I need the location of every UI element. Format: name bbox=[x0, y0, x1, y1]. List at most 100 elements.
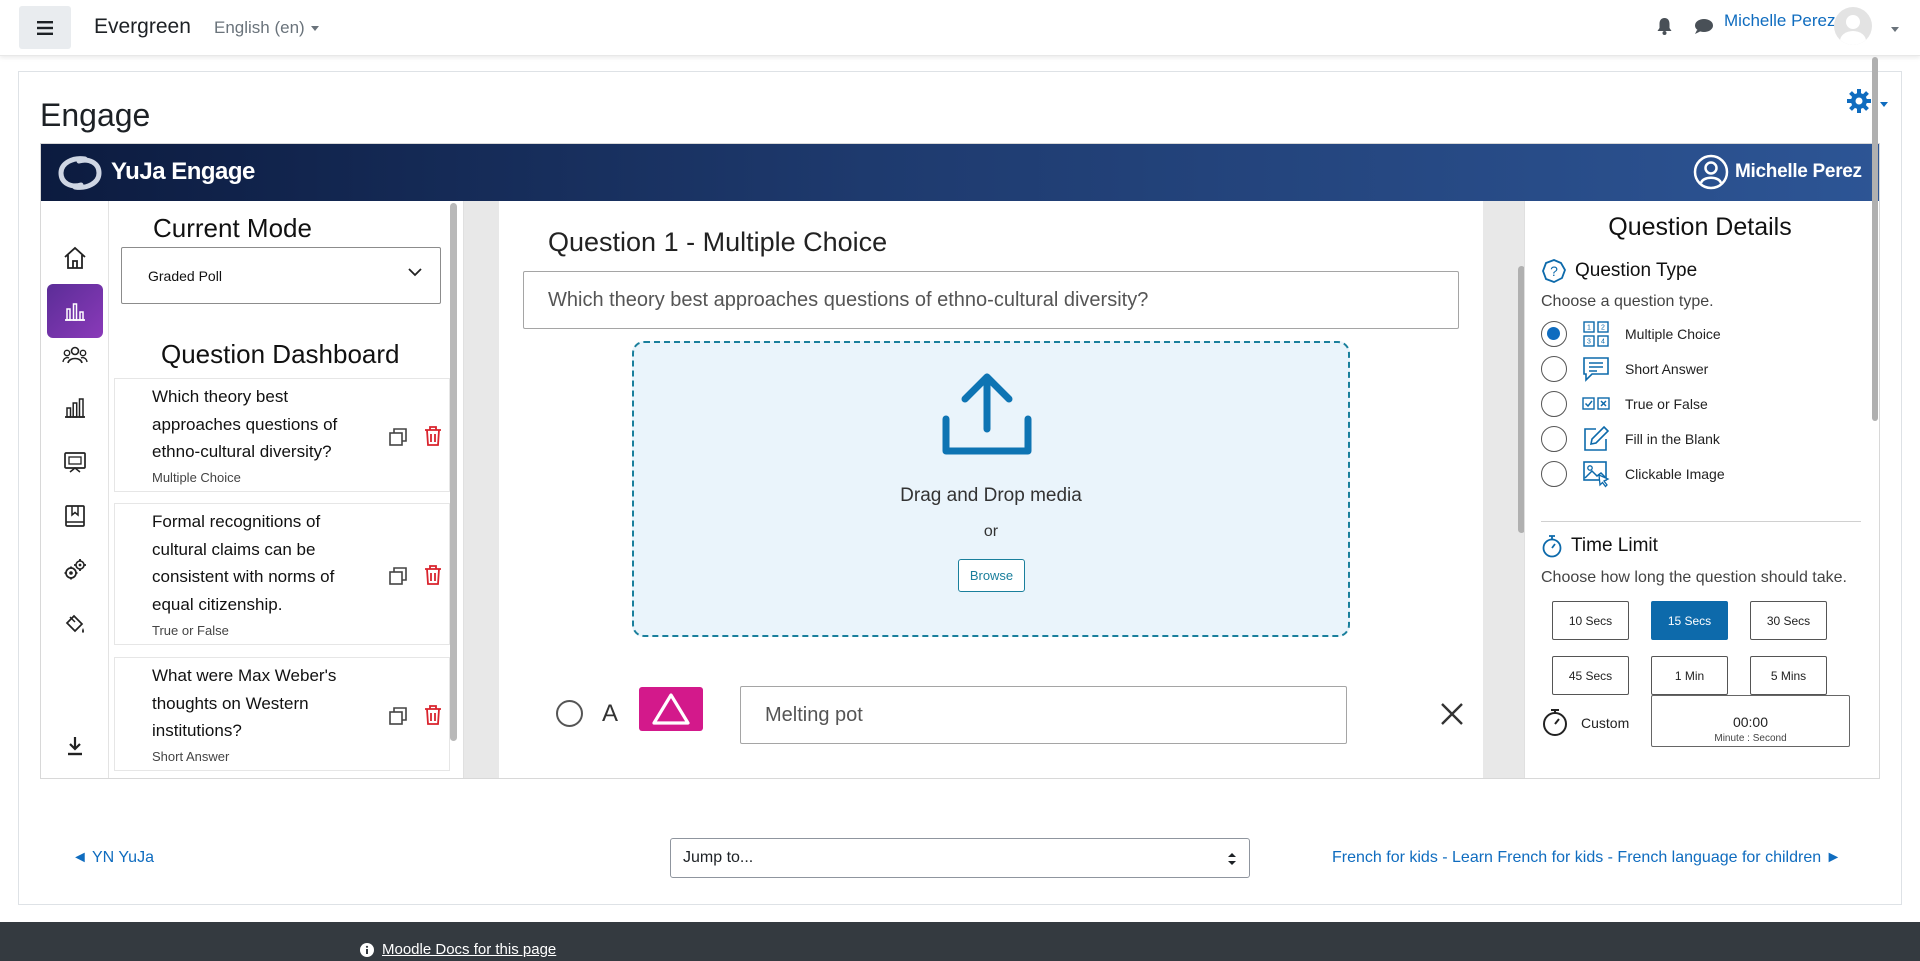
mode-select[interactable]: Graded Poll bbox=[121, 247, 441, 304]
yuja-header: YuJa Engage Michelle Perez bbox=[41, 144, 1879, 201]
question-type-radio[interactable] bbox=[1541, 461, 1567, 487]
question-type-option[interactable]: Clickable Image bbox=[1541, 458, 1841, 490]
current-mode-title: Current Mode bbox=[153, 213, 312, 243]
download-icon bbox=[68, 737, 82, 756]
duplicate-icon[interactable] bbox=[388, 706, 408, 726]
gear-icon[interactable] bbox=[1846, 88, 1872, 114]
notification-bell-icon[interactable] bbox=[1656, 17, 1673, 35]
question-help-icon: ? bbox=[1542, 259, 1566, 283]
language-label: English (en) bbox=[214, 18, 305, 37]
user-menu-name[interactable]: Michelle Perez bbox=[1724, 11, 1836, 31]
time-option-5-mins[interactable]: 5 Mins bbox=[1750, 656, 1827, 695]
time-option-1-min[interactable]: 1 Min bbox=[1651, 656, 1728, 695]
svg-text:1: 1 bbox=[1587, 325, 1591, 332]
question-type-option[interactable]: Short Answer bbox=[1541, 353, 1841, 385]
time-limit-title: Time Limit bbox=[1571, 535, 1658, 556]
rail-settings[interactable] bbox=[47, 543, 103, 597]
question-type-radio[interactable] bbox=[1541, 356, 1567, 382]
site-brand[interactable]: Evergreen bbox=[94, 15, 191, 39]
drop-zone-text: Drag and Drop media bbox=[900, 485, 1082, 506]
rail-presentations[interactable] bbox=[47, 435, 103, 489]
poll-chart-icon bbox=[65, 303, 85, 321]
trash-icon[interactable] bbox=[423, 425, 443, 447]
question-card-type: Short Answer bbox=[152, 749, 230, 764]
question-card[interactable]: What were Max Weber's thoughts on Wester… bbox=[114, 657, 450, 771]
close-icon[interactable] bbox=[1439, 701, 1465, 727]
question-type-heading: ? Question Type bbox=[1541, 258, 1697, 284]
question-type-radio[interactable] bbox=[1541, 426, 1567, 452]
jump-to-value: Jump to... bbox=[683, 849, 754, 866]
rail-download[interactable] bbox=[47, 719, 103, 773]
question-type-radio[interactable] bbox=[1541, 391, 1567, 417]
jump-to-select[interactable]: Jump to... bbox=[670, 838, 1250, 878]
time-option-45-secs[interactable]: 45 Secs bbox=[1552, 656, 1629, 695]
media-drop-zone[interactable]: Drag and Drop media or Browse bbox=[632, 341, 1350, 637]
question-type-label: Short Answer bbox=[1625, 361, 1709, 377]
answer-input[interactable]: Melting pot bbox=[740, 686, 1347, 744]
time-option-15-secs[interactable]: 15 Secs bbox=[1651, 601, 1728, 640]
user-circle-icon[interactable] bbox=[1693, 154, 1729, 190]
duplicate-icon[interactable] bbox=[388, 566, 408, 586]
top-navbar: Evergreen English (en) Michelle Perez bbox=[0, 0, 1920, 56]
moodle-docs-label: Moodle Docs for this page bbox=[382, 941, 557, 958]
previous-activity-link[interactable]: ◄ YN YuJa bbox=[72, 849, 154, 867]
avatar[interactable] bbox=[1834, 7, 1872, 45]
section-divider bbox=[1541, 521, 1861, 522]
rail-analytics[interactable] bbox=[47, 381, 103, 435]
yuja-brand: YuJa Engage bbox=[111, 158, 255, 185]
answer-correct-radio[interactable] bbox=[556, 700, 583, 727]
next-activity-link[interactable]: French for kids - Learn French for kids … bbox=[1332, 849, 1841, 867]
drawer-toggle-button[interactable] bbox=[19, 6, 71, 49]
custom-time-label: Custom bbox=[1581, 715, 1630, 731]
custom-time-sublabel: Minute : Second bbox=[1714, 733, 1787, 744]
question-type-option[interactable]: Fill in the Blank bbox=[1541, 423, 1841, 455]
question-card-type: Multiple Choice bbox=[152, 470, 241, 485]
rail-library[interactable] bbox=[47, 489, 103, 543]
messages-icon[interactable] bbox=[1694, 18, 1714, 35]
home-icon bbox=[64, 246, 86, 269]
question-text-input[interactable]: Which theory best approaches questions o… bbox=[523, 271, 1459, 329]
settings-gears-icon bbox=[64, 559, 86, 580]
question-card-text: Which theory best approaches questions o… bbox=[152, 387, 338, 461]
time-option-30-secs[interactable]: 30 Secs bbox=[1750, 601, 1827, 640]
duplicate-icon[interactable] bbox=[388, 427, 408, 447]
dashboard-scrollbar[interactable] bbox=[450, 203, 457, 741]
question-type-radio[interactable] bbox=[1541, 321, 1567, 347]
rail-groups[interactable] bbox=[47, 328, 103, 382]
bookmark-book-icon bbox=[65, 505, 85, 527]
screen-icon bbox=[64, 452, 86, 473]
moodle-docs-link[interactable]: Moodle Docs for this page bbox=[360, 941, 556, 958]
svg-text:?: ? bbox=[1550, 263, 1558, 279]
question-type-label: Fill in the Blank bbox=[1625, 431, 1720, 447]
question-type-option[interactable]: True or False bbox=[1541, 388, 1841, 420]
custom-time-input[interactable]: 00:00 Minute : Second bbox=[1651, 695, 1850, 747]
paint-bucket-icon bbox=[65, 614, 84, 633]
short-answer-icon bbox=[1583, 357, 1609, 382]
select-arrows-icon bbox=[1228, 853, 1236, 865]
yuja-user-name[interactable]: Michelle Perez bbox=[1735, 161, 1862, 183]
gear-menu-chevron-icon[interactable] bbox=[1880, 102, 1888, 107]
rail-theme[interactable] bbox=[47, 598, 103, 652]
time-limit-hint: Choose how long the question should take… bbox=[1541, 569, 1847, 586]
multiple-choice-grid-icon: 1 2 3 4 bbox=[1583, 321, 1609, 347]
upload-icon bbox=[942, 373, 1032, 455]
trash-icon[interactable] bbox=[423, 564, 443, 586]
details-scrollbar[interactable] bbox=[1872, 57, 1878, 421]
question-card[interactable]: Which theory best approaches questions o… bbox=[114, 378, 450, 492]
question-type-option[interactable]: 1 2 3 4 Multiple Choice bbox=[1541, 318, 1841, 350]
browse-button[interactable]: Browse bbox=[958, 559, 1025, 592]
group-icon bbox=[62, 346, 88, 364]
custom-time-value: 00:00 bbox=[1732, 714, 1769, 730]
true-false-icon bbox=[1582, 397, 1610, 410]
language-menu[interactable]: English (en) bbox=[214, 18, 319, 38]
question-heading: Question 1 - Multiple Choice bbox=[548, 227, 888, 257]
question-card[interactable]: Formal recognitions of cultural claims c… bbox=[114, 503, 450, 645]
triangle-icon bbox=[652, 693, 690, 725]
time-option-10-secs[interactable]: 10 Secs bbox=[1552, 601, 1629, 640]
user-menu-chevron-icon[interactable] bbox=[1891, 27, 1899, 32]
site-footer: Moodle Docs for this page bbox=[0, 922, 1920, 961]
trash-icon[interactable] bbox=[423, 704, 443, 726]
rail-home[interactable] bbox=[47, 231, 103, 285]
question-type-label: Multiple Choice bbox=[1625, 326, 1721, 342]
question-type-title: Question Type bbox=[1575, 260, 1698, 281]
